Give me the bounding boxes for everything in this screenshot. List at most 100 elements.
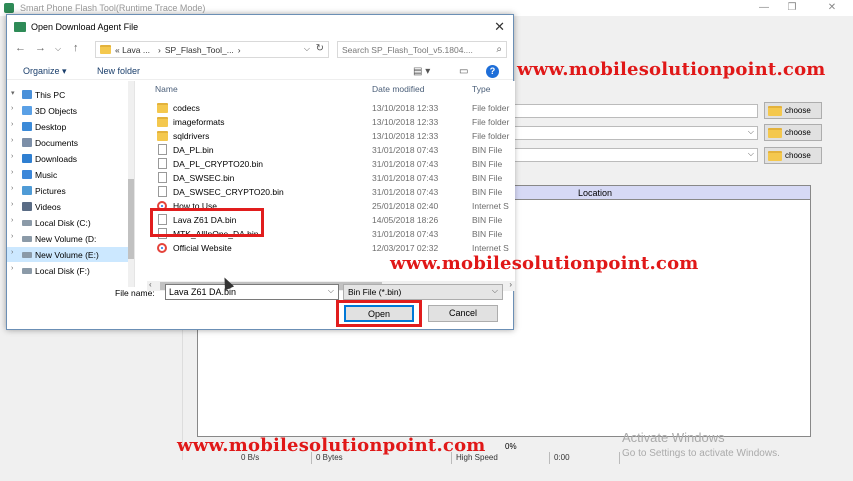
cancel-button[interactable]: Cancel: [428, 305, 498, 322]
file-row[interactable]: imageformats 13/10/2018 12:33 File folder: [147, 115, 515, 129]
nav-item-this-pc[interactable]: ▾ This PC: [7, 87, 129, 102]
highlight-open-button: [336, 300, 422, 327]
minimize-icon[interactable]: —: [754, 2, 774, 14]
watermark-text: www.mobilesolutionpoint.com: [390, 253, 699, 274]
desktop-icon: [22, 122, 32, 131]
location-column-header: Location: [578, 188, 613, 198]
nav-item-label: Downloads: [35, 153, 78, 164]
folder-icon: [768, 127, 782, 138]
file-row[interactable]: DA_SWSEC.bin 31/01/2018 07:43 BIN File: [147, 171, 515, 185]
new-folder-button[interactable]: New folder: [97, 66, 140, 76]
nav-item-desktop[interactable]: › Desktop: [7, 119, 129, 134]
back-arrow-icon[interactable]: ←: [15, 42, 26, 54]
close-icon[interactable]: ✕: [494, 19, 505, 35]
nav-item-label: This PC: [35, 89, 66, 100]
file-row[interactable]: DA_SWSEC_CRYPTO20.bin 31/01/2018 07:43 BIN…: [147, 185, 515, 199]
chevron-right-icon[interactable]: ›: [11, 201, 13, 208]
dialog-title: Open Download Agent File: [31, 22, 139, 32]
file-date: 25/01/2018 02:40: [372, 201, 439, 211]
file-date: 13/10/2018 12:33: [372, 117, 439, 127]
filename-input[interactable]: Lava Z61 DA.bin ⌵: [165, 284, 339, 300]
chevron-down-icon: ⌵: [747, 149, 754, 158]
file-row[interactable]: codecs 13/10/2018 12:33 File folder: [147, 101, 515, 115]
file-type: BIN File: [472, 145, 503, 155]
chevron-down-icon[interactable]: ⌵: [492, 286, 498, 296]
chevron-down-icon[interactable]: ⌵: [304, 44, 310, 54]
nav-item-new-volume-d[interactable]: › New Volume (D:: [7, 231, 129, 246]
search-placeholder: Search SP_Flash_Tool_v5.1804....: [342, 45, 473, 55]
breadcrumb-spflash[interactable]: SP_Flash_Tool_...: [165, 45, 234, 55]
breadcrumb-lava[interactable]: « Lava ...: [115, 45, 150, 55]
file-row[interactable]: DA_PL.bin 31/01/2018 07:43 BIN File: [147, 143, 515, 157]
view-options-icon[interactable]: ▤ ▾: [413, 66, 430, 77]
filetype-value: Bin File (*.bin): [348, 287, 402, 297]
forward-arrow-icon[interactable]: →: [35, 42, 46, 54]
date-column-header[interactable]: Date modified: [372, 84, 424, 94]
folder-icon: [157, 131, 168, 141]
file-name: DA_SWSEC_CRYPTO20.bin: [173, 187, 284, 197]
up-arrow-icon[interactable]: ↑: [73, 42, 79, 54]
agent-file-field[interactable]: [514, 104, 758, 118]
auth-file-field[interactable]: ⌵: [514, 148, 758, 162]
type-column-header[interactable]: Type: [472, 84, 490, 94]
chevron-right-icon[interactable]: ›: [11, 217, 13, 224]
dialog-titlebar: Open Download Agent File ✕: [7, 15, 513, 39]
file-row[interactable]: sqldrivers 13/10/2018 12:33 File folder: [147, 129, 515, 143]
organize-button[interactable]: Organize ▾: [23, 66, 67, 77]
status-time: 0:00: [550, 452, 620, 464]
name-column-header[interactable]: Name: [155, 84, 178, 94]
close-icon[interactable]: ✕: [822, 2, 842, 14]
filetype-select[interactable]: Bin File (*.bin) ⌵: [343, 284, 503, 300]
chevron-right-icon[interactable]: ›: [11, 105, 13, 112]
chevron-right-icon[interactable]: ›: [11, 137, 13, 144]
chevron-right-icon[interactable]: ›: [11, 169, 13, 176]
nav-item-videos[interactable]: › Videos: [7, 199, 129, 214]
chevron-right-icon[interactable]: ›: [11, 249, 13, 256]
nav-item-music[interactable]: › Music: [7, 167, 129, 182]
chevron-right-icon[interactable]: ›: [11, 121, 13, 128]
chevron-down-icon[interactable]: ⌵: [328, 286, 334, 296]
nav-item-pictures[interactable]: › Pictures: [7, 183, 129, 198]
recent-chevron-icon[interactable]: ⌵: [55, 44, 61, 54]
documents-icon: [22, 138, 32, 147]
nav-item-label: Videos: [35, 201, 61, 212]
help-icon[interactable]: ?: [486, 65, 499, 78]
choose-scatter-button[interactable]: choose: [764, 124, 822, 141]
videos-icon: [22, 202, 32, 211]
nav-item-downloads[interactable]: › Downloads: [7, 151, 129, 166]
nav-item-documents[interactable]: › Documents: [7, 135, 129, 150]
file-row[interactable]: DA_PL_CRYPTO20.bin 31/01/2018 07:43 BIN Fi…: [147, 157, 515, 171]
restore-icon[interactable]: ❐: [782, 2, 802, 14]
scroll-right-icon[interactable]: ›: [509, 280, 512, 289]
file-type: Internet S: [472, 201, 509, 211]
drive-icon: [22, 220, 32, 226]
nav-item-local-disk-f[interactable]: › Local Disk (F:): [7, 263, 129, 278]
nav-item-3d-objects[interactable]: › 3D Objects: [7, 103, 129, 118]
search-input[interactable]: Search SP_Flash_Tool_v5.1804.... ⌕: [337, 41, 507, 58]
file-type: File folder: [472, 131, 510, 141]
chevron-down-icon[interactable]: ▾: [11, 89, 15, 97]
file-date: 31/01/2018 07:43: [372, 187, 439, 197]
file-date: 12/03/2017 02:32: [372, 243, 439, 253]
chevron-right-icon[interactable]: ›: [11, 233, 13, 240]
chevron-right-icon[interactable]: ›: [11, 265, 13, 272]
choose-auth-button[interactable]: choose: [764, 147, 822, 164]
filename-label: File name:: [115, 288, 155, 298]
file-name: DA_PL.bin: [173, 145, 214, 155]
nav-item-local-disk-c[interactable]: › Local Disk (C:): [7, 215, 129, 230]
chevron-right-icon[interactable]: ›: [11, 153, 13, 160]
refresh-icon[interactable]: ↻: [316, 43, 324, 54]
scatter-file-field[interactable]: ⌵: [514, 126, 758, 140]
app-icon: [4, 3, 14, 13]
chevron-right-icon[interactable]: ›: [11, 185, 13, 192]
preview-pane-icon[interactable]: ▭: [459, 66, 468, 77]
file-icon: [158, 172, 167, 183]
file-type: BIN File: [472, 173, 503, 183]
nav-scrollbar[interactable]: [128, 81, 134, 287]
file-icon: [158, 144, 167, 155]
search-icon: ⌕: [496, 44, 502, 55]
address-bar[interactable]: « Lava ... › SP_Flash_Tool_... › ⌵ ↻: [95, 41, 329, 58]
nav-item-new-volume-e[interactable]: › New Volume (E:): [7, 247, 129, 262]
choose-agent-button[interactable]: choose: [764, 102, 822, 119]
scroll-thumb[interactable]: [128, 179, 134, 259]
